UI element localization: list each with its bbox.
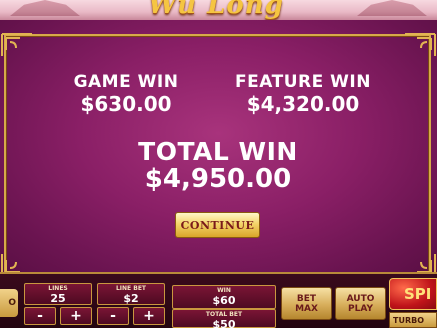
pagoda-roof-right-decoration	[357, 0, 427, 16]
line-bet-plus-button[interactable]: +	[133, 307, 165, 325]
lines-plus-button[interactable]: +	[60, 307, 92, 325]
win-value: $60	[212, 294, 236, 307]
spin-button[interactable]: SPI	[389, 278, 437, 310]
line-bet-value: $2	[123, 292, 139, 305]
continue-button[interactable]: CONTINUE	[175, 212, 260, 238]
total-bet-label: TOTAL BET	[205, 311, 243, 318]
game-logo: Wu Long	[148, 0, 284, 20]
line-bet-minus-button[interactable]: -	[97, 307, 129, 325]
total-bet-display: TOTAL BET $50	[172, 309, 276, 328]
lines-value: 25	[50, 292, 66, 305]
game-win-label: GAME WIN	[73, 72, 179, 92]
bet-max-button[interactable]: BET MAX	[281, 287, 332, 320]
line-bet-label: LINE BET	[115, 285, 147, 292]
line-bet-display: LINE BET $2	[97, 283, 165, 305]
win-label: WIN	[217, 287, 231, 294]
game-win-value: $630.00	[80, 92, 172, 116]
total-win-label: TOTAL WIN	[138, 137, 298, 166]
feature-win-label: FEATURE WIN	[235, 72, 371, 92]
lines-minus-button[interactable]: -	[24, 307, 56, 325]
left-edge-button[interactable]: O	[0, 289, 18, 317]
win-display: WIN $60	[172, 285, 276, 309]
corner-ornament-icon	[0, 32, 34, 58]
corner-ornament-icon	[403, 32, 437, 58]
total-win-value: $4,950.00	[144, 164, 292, 194]
auto-play-button[interactable]: AUTO PLAY	[335, 287, 386, 320]
game-screen: Wu Long GAME WIN $630.00 FEATURE WIN $4,…	[0, 0, 437, 328]
lines-display: LINES 25	[24, 283, 92, 305]
total-bet-value: $50	[212, 318, 236, 328]
lines-label: LINES	[48, 285, 68, 292]
logo-banner: Wu Long	[0, 0, 437, 20]
feature-win-value: $4,320.00	[246, 92, 360, 116]
pagoda-roof-left-decoration	[10, 0, 80, 16]
turbo-button[interactable]: TURBO	[389, 312, 437, 328]
